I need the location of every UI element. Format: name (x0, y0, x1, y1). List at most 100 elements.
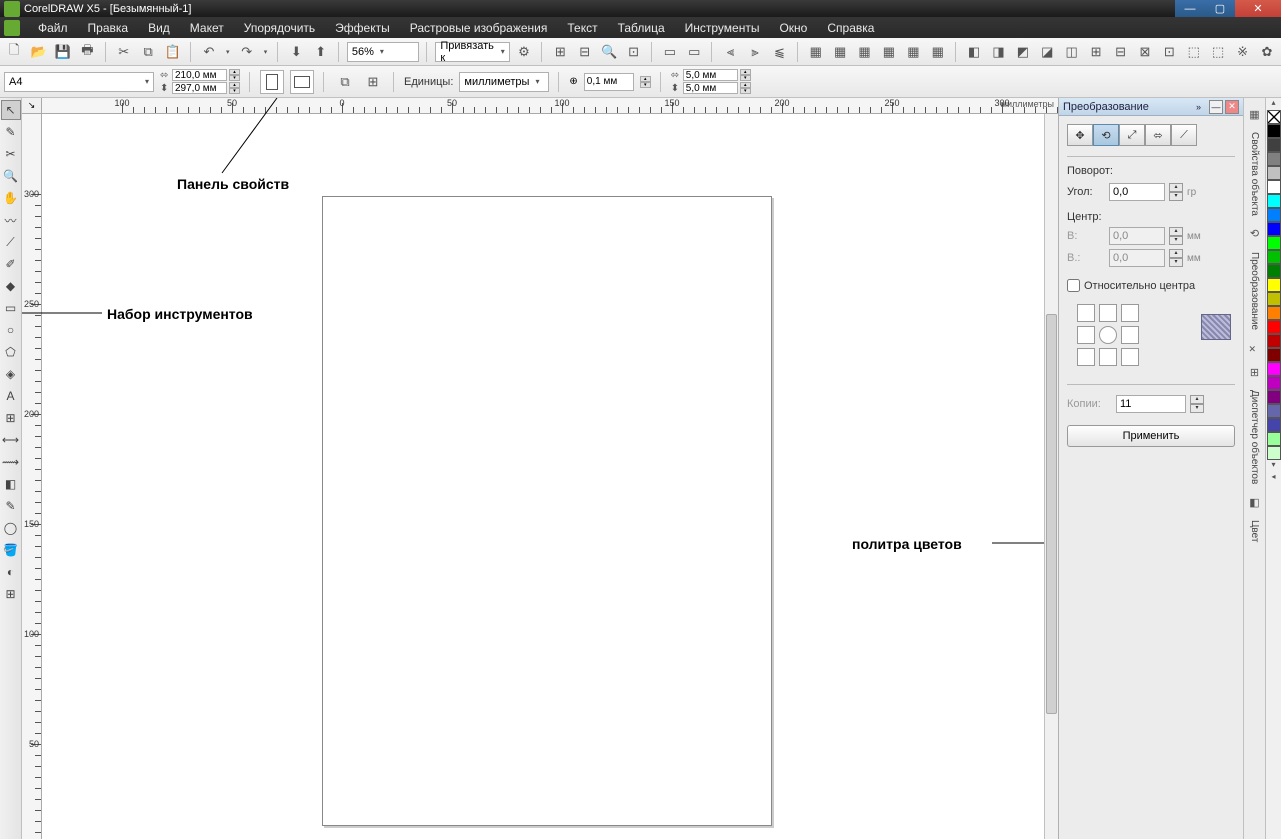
redo-button[interactable]: ↷ (236, 41, 256, 63)
paste-button[interactable]: 📋 (162, 41, 182, 63)
print-button[interactable]: 🖶 (77, 41, 97, 63)
rectangle-tool[interactable]: ▭ (1, 298, 21, 318)
tb-icon-p[interactable]: ⬚ (1184, 41, 1204, 63)
nudge-spinner[interactable]: ▴▾ (640, 76, 651, 88)
tb-icon-2[interactable]: ⊟ (575, 41, 595, 63)
palette-up-button[interactable]: ▴ (1266, 98, 1281, 110)
tab-position[interactable]: ✥ (1067, 124, 1093, 146)
color-swatch[interactable] (1267, 390, 1281, 404)
tb-icon-4[interactable]: ⊡ (623, 41, 643, 63)
text-tool[interactable]: A (1, 386, 21, 406)
docker-tab-icon-2[interactable]: ⟲ (1247, 226, 1263, 242)
maximize-button[interactable]: ▢ (1205, 0, 1235, 17)
tb-icon-1[interactable]: ⊞ (550, 41, 570, 63)
menu-window[interactable]: Окно (769, 19, 817, 37)
smart-fill-tool[interactable]: ◆ (1, 276, 21, 296)
zoom-tool[interactable]: 🔍 (1, 166, 21, 186)
align-right-icon[interactable]: ⫹ (769, 41, 789, 63)
color-swatch[interactable] (1267, 124, 1281, 138)
redo-dropdown[interactable]: ▾ (261, 41, 270, 63)
pan-tool[interactable]: ✋ (1, 188, 21, 208)
cut-button[interactable]: ✂ (114, 41, 134, 63)
anchor-br[interactable] (1121, 348, 1139, 366)
color-swatch[interactable] (1267, 432, 1281, 446)
open-button[interactable]: 📂 (28, 41, 48, 63)
tb-icon-c[interactable]: ▦ (854, 41, 874, 63)
ellipse-tool[interactable]: ○ (1, 320, 21, 340)
crop-tool[interactable]: ✂ (1, 144, 21, 164)
ruler-vertical[interactable]: 30025020015010050 (22, 114, 42, 839)
docker-tab-close-icon[interactable]: ✕ (1249, 344, 1261, 356)
pick-tool[interactable]: ↖ (1, 100, 21, 120)
scrollbar-thumb[interactable] (1046, 314, 1057, 714)
undo-button[interactable]: ↶ (199, 41, 219, 63)
scrollbar-vertical[interactable] (1044, 114, 1058, 839)
dup-y-spinner[interactable]: ▴▾ (740, 82, 751, 94)
tb-icon-f[interactable]: ▦ (928, 41, 948, 63)
docker-tab-properties[interactable]: Свойства объекта (1247, 126, 1262, 222)
export-button[interactable]: ⬆ (311, 41, 331, 63)
undo-dropdown[interactable]: ▾ (223, 41, 232, 63)
tb-icon-s[interactable]: ✿ (1257, 41, 1277, 63)
docker-expand-icon[interactable]: » (1196, 102, 1201, 112)
tb-icon-b[interactable]: ▦ (830, 41, 850, 63)
docker-tab-icon-1[interactable]: ▦ (1247, 106, 1263, 122)
color-swatch[interactable] (1267, 264, 1281, 278)
color-swatch[interactable] (1267, 306, 1281, 320)
snap-combo[interactable]: Привязать к ▾ (435, 42, 509, 62)
copies-spinner[interactable]: ▴▾ (1190, 395, 1204, 413)
color-swatch[interactable] (1267, 152, 1281, 166)
tb-icon-n[interactable]: ⊠ (1135, 41, 1155, 63)
tb-icon-e[interactable]: ▦ (903, 41, 923, 63)
zoom-combo[interactable]: 56% ▾ (347, 42, 420, 62)
polygon-tool[interactable]: ⬠ (1, 342, 21, 362)
interactive-fill-tool[interactable]: ◐ (1, 562, 21, 582)
menu-help[interactable]: Справка (817, 19, 884, 37)
menu-arrange[interactable]: Упорядочить (234, 19, 325, 37)
swatch-none[interactable] (1267, 110, 1281, 124)
width-spinner[interactable]: ▴▾ (229, 69, 240, 81)
menu-edit[interactable]: Правка (78, 19, 139, 37)
new-button[interactable]: 🗋 (4, 41, 24, 63)
page-width-input[interactable] (172, 69, 227, 81)
tb-icon-k[interactable]: ◫ (1062, 41, 1082, 63)
menu-table[interactable]: Таблица (608, 19, 675, 37)
anchor-tr[interactable] (1121, 304, 1139, 322)
cx-input[interactable] (1109, 227, 1165, 245)
tab-rotate[interactable]: ⟲ (1093, 124, 1119, 146)
tab-skew[interactable]: ⟋ (1171, 124, 1197, 146)
menu-layout[interactable]: Макет (180, 19, 234, 37)
mesh-tool[interactable]: ⊞ (1, 584, 21, 604)
tb-icon-i[interactable]: ◩ (1013, 41, 1033, 63)
interactive-tool[interactable]: ◧ (1, 474, 21, 494)
align-left-icon[interactable]: ⫷ (720, 41, 740, 63)
page-height-input[interactable] (172, 82, 227, 94)
docker-tab-icon-3[interactable]: ⊞ (1247, 364, 1263, 380)
fill-tool[interactable]: 🪣 (1, 540, 21, 560)
tb-icon-5[interactable]: ▭ (660, 41, 680, 63)
table-tool[interactable]: ⊞ (1, 408, 21, 428)
anchor-ml[interactable] (1077, 326, 1095, 344)
palette-flyout-button[interactable]: ◂ (1266, 472, 1281, 484)
tb-icon-6[interactable]: ▭ (684, 41, 704, 63)
tab-size[interactable]: ⬄ (1145, 124, 1171, 146)
dup-x-input[interactable] (683, 69, 738, 81)
menu-effects[interactable]: Эффекты (325, 19, 400, 37)
angle-input[interactable] (1109, 183, 1165, 201)
height-spinner[interactable]: ▴▾ (229, 82, 240, 94)
color-swatch[interactable] (1267, 250, 1281, 264)
pages-icon-2[interactable]: ⊞ (362, 71, 384, 93)
color-swatch[interactable] (1267, 138, 1281, 152)
color-swatch[interactable] (1267, 194, 1281, 208)
color-swatch[interactable] (1267, 236, 1281, 250)
color-swatch[interactable] (1267, 292, 1281, 306)
tb-icon-3[interactable]: 🔍 (599, 41, 619, 63)
tb-icon-g[interactable]: ◧ (964, 41, 984, 63)
anchor-bl[interactable] (1077, 348, 1095, 366)
apply-button[interactable]: Применить (1067, 425, 1235, 447)
color-swatch[interactable] (1267, 362, 1281, 376)
anchor-tl[interactable] (1077, 304, 1095, 322)
import-button[interactable]: ⬇ (286, 41, 306, 63)
tb-icon-q[interactable]: ⬚ (1208, 41, 1228, 63)
color-swatch[interactable] (1267, 278, 1281, 292)
